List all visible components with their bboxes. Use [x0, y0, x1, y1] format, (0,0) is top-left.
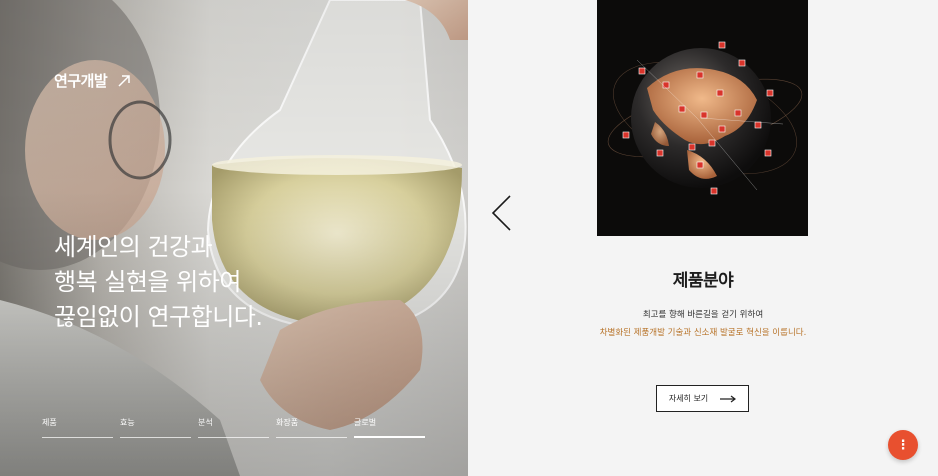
- globe-image: [597, 0, 808, 236]
- tab-product[interactable]: 제품: [42, 414, 113, 438]
- product-panel: 제품분야 최고를 향해 바른길을 걷기 위하여 차별화된 제품개발 기술과 신소…: [468, 0, 938, 476]
- headline-line-2: 행복 실현을 위하여: [54, 268, 241, 296]
- tab-efficacy[interactable]: 효능: [120, 414, 191, 438]
- chevron-left-icon[interactable]: [490, 195, 512, 231]
- research-link-label: 연구개발: [54, 72, 108, 90]
- description-line-1: 최고를 향해 바른길을 걷기 위하여: [642, 310, 764, 320]
- tab-cosmetics[interactable]: 화장품: [276, 414, 347, 438]
- description-line-2: 차별화된 제품개발 기술과 신소재 발굴로 혁신을 이룹니다.: [599, 328, 807, 338]
- headline-line-3: 끊임없이 연구합니다.: [54, 303, 263, 331]
- arrow-up-right-icon: [118, 74, 130, 87]
- tab-analysis[interactable]: 분석: [198, 414, 269, 438]
- globe-illustration: [607, 41, 803, 195]
- view-more-button[interactable]: 자세히 보기: [656, 385, 749, 412]
- fab-dots: ⋮: [896, 437, 910, 453]
- research-link[interactable]: 연구개발: [54, 70, 131, 91]
- arrow-right-icon: [720, 395, 737, 402]
- tab-global[interactable]: 글로벌: [354, 414, 425, 438]
- more-vertical-icon[interactable]: ⋮: [888, 430, 918, 460]
- view-more-label: 자세히 보기: [668, 394, 709, 403]
- hero-headline: 세계인의 건강과 행복 실현을 위하여 끊임없이 연구합니다.: [54, 230, 263, 335]
- hero-panel: 연구개발 세계인의 건강과 행복 실현을 위하여 끊임없이 연구합니다. 제품 …: [0, 0, 468, 476]
- section-title: 제품분야: [672, 271, 734, 291]
- headline-line-1: 세계인의 건강과: [54, 233, 213, 261]
- hero-tabs: 제품 효능 분석 화장품 글로벌: [42, 414, 425, 438]
